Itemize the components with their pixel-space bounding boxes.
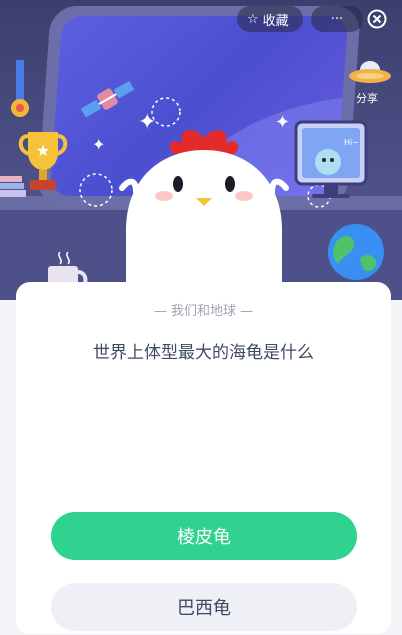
star-icon: ☆ bbox=[247, 11, 259, 27]
monitor-text: Hi~ bbox=[344, 138, 359, 147]
top-actions: ☆ 收藏 ··· bbox=[237, 6, 363, 32]
svg-text:★: ★ bbox=[36, 141, 50, 160]
more-button[interactable]: ··· bbox=[311, 6, 363, 32]
books-icon bbox=[0, 176, 26, 197]
globe-icon bbox=[328, 224, 384, 280]
dashed-circle bbox=[79, 173, 113, 207]
favorite-button[interactable]: ☆ 收藏 bbox=[237, 6, 303, 32]
share-button[interactable]: 分享 bbox=[356, 90, 378, 106]
favorite-label: 收藏 bbox=[262, 13, 289, 29]
close-icon bbox=[367, 9, 387, 29]
quiz-category: — 我们和地球 — bbox=[153, 304, 254, 319]
satellite-icon bbox=[80, 80, 135, 118]
answer-option-2[interactable]: 巴西龟 bbox=[51, 583, 357, 631]
quiz-question: 世界上体型最大的海龟是什么 bbox=[93, 343, 314, 363]
more-icon: ··· bbox=[330, 11, 344, 27]
quiz-card: — 我们和地球 — 世界上体型最大的海龟是什么 棱皮龟 巴西龟 bbox=[16, 282, 391, 634]
answer-option-1[interactable]: 棱皮龟 bbox=[51, 512, 357, 560]
monitor: Hi~ bbox=[294, 120, 368, 204]
chick-mascot bbox=[119, 130, 289, 300]
medal-icon bbox=[11, 60, 29, 117]
illustration-scene: ✦ ✦ ✦ ★ Hi~ 分享 bbox=[0, 0, 402, 300]
sparkle-icon: ✦ bbox=[92, 135, 106, 154]
close-button[interactable] bbox=[362, 6, 392, 32]
ufo-icon bbox=[349, 61, 391, 83]
